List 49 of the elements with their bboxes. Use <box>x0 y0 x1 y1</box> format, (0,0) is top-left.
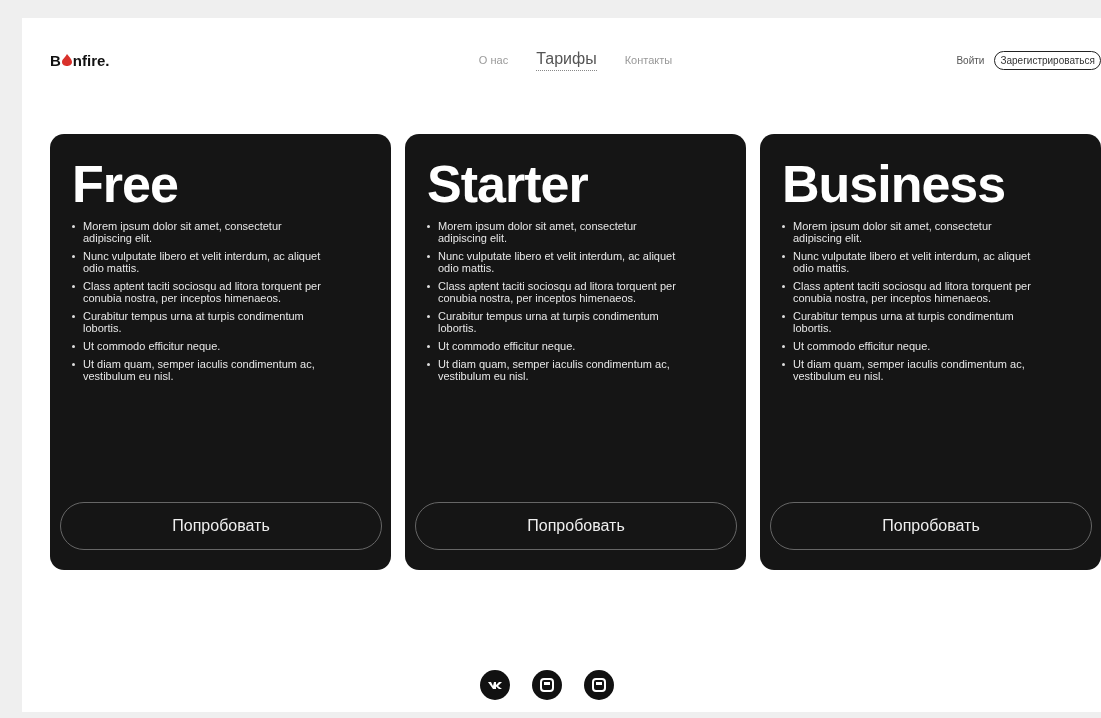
feature-text: Class aptent taciti sociosqu ad litora torquent per conubia nostra, per inceptos himenaeos. <box>793 280 1031 304</box>
feature-text: Ut diam quam, semper iaculis condimentum ac, vestibulum eu nisl. <box>83 358 316 382</box>
bullet-icon <box>427 225 430 228</box>
plan-title: Free <box>72 156 179 212</box>
nav-link[interactable]: Тарифы <box>536 49 597 71</box>
feature-text: Ut diam quam, semper iaculis condimentum ac, vestibulum eu nisl. <box>438 358 671 382</box>
try-button[interactable]: Попробовать <box>415 502 737 550</box>
feature-text: Curabitur tempus urna at turpis condimentum lobortis. <box>793 310 1015 334</box>
feature-text: Ut commodo efficitur neque. <box>438 340 576 352</box>
feature-text: Morem ipsum dolor sit amet, consectetur adipiscing elit. <box>83 220 283 244</box>
bullet-icon <box>427 285 430 288</box>
bullet-icon <box>782 315 785 318</box>
feature-text: Class aptent taciti sociosqu ad litora torquent per conubia nostra, per inceptos himenaeos. <box>438 280 676 304</box>
bullet-icon <box>72 363 75 366</box>
bullet-icon <box>782 225 785 228</box>
try-button[interactable]: Попробовать <box>60 502 382 550</box>
plan-title: Business <box>782 156 1007 212</box>
bullet-icon <box>72 285 75 288</box>
bullet-icon <box>72 315 75 318</box>
feature-text: Ut commodo efficitur neque. <box>83 340 221 352</box>
try-button[interactable]: Попробовать <box>770 502 1092 550</box>
feature-text: Ut diam quam, semper iaculis condimentum ac, vestibulum eu nisl. <box>793 358 1026 382</box>
logo-text: nfire. <box>72 51 110 69</box>
flame-icon <box>61 54 72 66</box>
feature-text: Nunc vulputate libero et velit interdum, ac aliquet odio mattis. <box>793 250 1031 274</box>
bullet-icon <box>72 225 75 228</box>
feature-text: Nunc vulputate libero et velit interdum, ac aliquet odio mattis. <box>438 250 676 274</box>
bullet-icon <box>427 315 430 318</box>
bullet-icon <box>72 345 75 348</box>
feature-text: Curabitur tempus urna at turpis condimentum lobortis. <box>438 310 660 334</box>
bullet-icon <box>427 255 430 258</box>
register-button[interactable]: Зарегистрироваться <box>994 50 1101 70</box>
feature-text: Curabitur tempus urna at turpis condimentum lobortis. <box>83 310 305 334</box>
bullet-icon <box>782 255 785 258</box>
bullet-icon <box>72 255 75 258</box>
feature-text: Ut commodo efficitur neque. <box>793 340 931 352</box>
feature-text: Class aptent taciti sociosqu ad litora torquent per conubia nostra, per inceptos himenaeos. <box>83 280 321 304</box>
bullet-icon <box>427 345 430 348</box>
bullet-icon <box>782 285 785 288</box>
login-link[interactable]: Войти <box>956 54 985 66</box>
feature-text: Morem ipsum dolor sit amet, consectetur adipiscing elit. <box>793 220 993 244</box>
bullet-icon <box>427 363 430 366</box>
logo-text: B <box>50 51 61 69</box>
vk-icon[interactable] <box>479 670 510 700</box>
feature-text: Morem ipsum dolor sit amet, consectetur adipiscing elit. <box>438 220 638 244</box>
feature-text: Nunc vulputate libero et velit interdum, ac aliquet odio mattis. <box>83 250 321 274</box>
bullet-icon <box>782 345 785 348</box>
bullet-icon <box>782 363 785 366</box>
plan-title: Starter <box>427 156 589 212</box>
